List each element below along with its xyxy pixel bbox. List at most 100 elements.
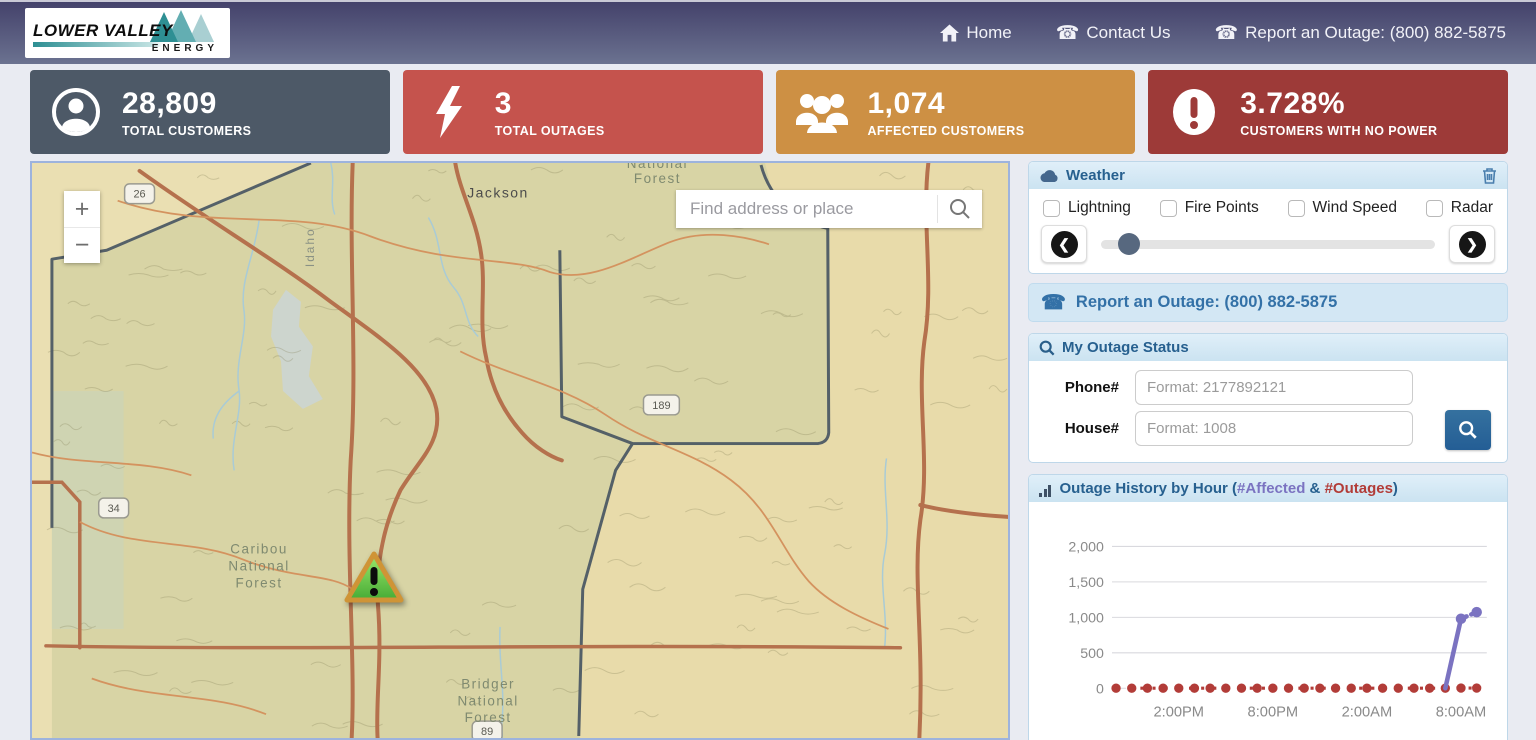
search-icon <box>1458 420 1478 440</box>
svg-text:500: 500 <box>1080 646 1104 662</box>
svg-text:Bridger: Bridger <box>461 676 515 691</box>
sidebar: Weather Lightning Fire Points <box>1028 161 1508 740</box>
checkbox-fire-points[interactable]: Fire Points <box>1160 199 1259 217</box>
svg-text:8:00PM: 8:00PM <box>1248 705 1299 721</box>
lightning-icon <box>403 86 495 138</box>
route-shield-26: 26 <box>133 189 145 201</box>
phone-label: Phone# <box>1043 379 1135 396</box>
checkbox-lightning[interactable]: Lightning <box>1043 199 1131 217</box>
map-search <box>676 190 982 228</box>
chart-title: Outage History by Hour (#Affected & #Out… <box>1060 480 1398 497</box>
bar-chart-icon <box>1039 480 1053 497</box>
stat-label: TOTAL OUTAGES <box>495 124 605 138</box>
nav-home[interactable]: Home <box>940 23 1011 43</box>
phone-icon: ☎ <box>1214 24 1238 43</box>
svg-text:0: 0 <box>1096 681 1104 697</box>
outage-status-header: My Outage Status <box>1029 334 1507 361</box>
map-search-button[interactable] <box>938 190 982 228</box>
chevron-left-icon: ❮ <box>1051 231 1078 258</box>
nav-report-outage[interactable]: ☎ Report an Outage: (800) 882-5875 <box>1214 23 1506 43</box>
stat-card-total-outages: 3 TOTAL OUTAGES <box>403 70 763 154</box>
outage-status-form: Phone# House# <box>1029 361 1507 462</box>
home-icon <box>940 24 959 42</box>
stat-card-affected-customers: 1,074 AFFECTED CUSTOMERS <box>776 70 1136 154</box>
chevron-right-icon: ❯ <box>1459 231 1486 258</box>
checkbox[interactable] <box>1426 200 1443 217</box>
stat-label: TOTAL CUSTOMERS <box>122 124 251 138</box>
zoom-in-button[interactable]: + <box>64 191 100 227</box>
svg-text:National: National <box>457 693 518 708</box>
map-canvas: 26 34 189 89 Jackson Idaho Caribou Natio… <box>32 163 1008 738</box>
logo-energy: ENERGY <box>152 43 218 54</box>
svg-text:1,500: 1,500 <box>1068 575 1104 591</box>
svg-text:2:00PM: 2:00PM <box>1153 705 1204 721</box>
checkbox[interactable] <box>1288 200 1305 217</box>
outage-history-panel: Outage History by Hour (#Affected & #Out… <box>1028 474 1508 740</box>
report-outage-banner[interactable]: ☎ Report an Outage: (800) 882-5875 <box>1028 283 1508 322</box>
stat-value: 3.728% <box>1240 87 1437 121</box>
phone-input[interactable] <box>1135 370 1413 405</box>
phone-icon: ☎ <box>1056 24 1080 43</box>
main-nav: Home ☎ Contact Us ☎ Report an Outage: (8… <box>940 23 1506 43</box>
weather-panel: Weather Lightning Fire Points <box>1028 161 1508 274</box>
house-input[interactable] <box>1135 411 1413 446</box>
zoom-out-button[interactable]: − <box>64 227 100 263</box>
alert-icon <box>1148 87 1240 137</box>
checkbox[interactable] <box>1160 200 1177 217</box>
weather-title: Weather <box>1066 167 1125 184</box>
svg-text:2:00AM: 2:00AM <box>1342 705 1393 721</box>
logo-name: LOWER VALLEY <box>33 21 173 41</box>
affected-group-icon <box>776 89 868 135</box>
svg-text:8:00AM: 8:00AM <box>1436 705 1487 721</box>
route-shield-89: 89 <box>481 726 493 738</box>
search-icon <box>949 198 971 220</box>
map-label-bridger-forest: Bridger National Forest <box>457 676 518 725</box>
my-outage-status-panel: My Outage Status Phone# House# <box>1028 333 1508 463</box>
svg-text:Forest: Forest <box>465 710 512 725</box>
outage-status-title: My Outage Status <box>1062 339 1189 356</box>
svg-text:1,000: 1,000 <box>1068 610 1104 626</box>
house-label: House# <box>1043 420 1135 437</box>
outage-warning-marker[interactable] <box>342 549 406 607</box>
svg-text:Caribou: Caribou <box>230 542 288 557</box>
svg-text:National: National <box>627 163 688 171</box>
weather-body: Lightning Fire Points Wind Speed Radar <box>1029 189 1507 273</box>
outage-map[interactable]: 26 34 189 89 Jackson Idaho Caribou Natio… <box>30 161 1010 740</box>
customers-icon <box>30 87 122 137</box>
route-shield-34: 34 <box>108 503 120 515</box>
outage-history-chart: 05001,0001,5002,0002:00PM8:00PM2:00AM8:0… <box>1035 512 1501 740</box>
svg-text:Forest: Forest <box>236 575 283 590</box>
stat-card-no-power: 3.728% CUSTOMERS WITH NO POWER <box>1148 70 1508 154</box>
nav-contact[interactable]: ☎ Contact Us <box>1056 23 1171 43</box>
nav-contact-label: Contact Us <box>1086 23 1170 43</box>
checkbox[interactable] <box>1043 200 1060 217</box>
chart-body: 05001,0001,5002,0002:00PM8:00PM2:00AM8:0… <box>1029 502 1507 740</box>
route-shield-189: 189 <box>652 400 670 412</box>
stat-value: 1,074 <box>868 87 1025 121</box>
nav-report-label: Report an Outage: (800) 882-5875 <box>1245 23 1506 43</box>
checkbox-wind-speed[interactable]: Wind Speed <box>1288 199 1397 217</box>
trash-icon[interactable] <box>1482 167 1497 184</box>
company-logo[interactable]: LOWER VALLEY ENERGY <box>25 8 230 58</box>
stat-value: 3 <box>495 87 605 121</box>
slider-prev-button[interactable]: ❮ <box>1041 225 1087 263</box>
map-label-idaho: Idaho <box>303 227 317 267</box>
chart-header: Outage History by Hour (#Affected & #Out… <box>1029 475 1507 502</box>
map-label-jackson: Jackson <box>467 185 529 201</box>
slider-next-button[interactable]: ❯ <box>1449 225 1495 263</box>
status-search-button[interactable] <box>1445 410 1491 450</box>
checkbox-radar[interactable]: Radar <box>1426 199 1493 217</box>
top-navbar: LOWER VALLEY ENERGY Home ☎ Contact Us ☎ … <box>0 0 1536 64</box>
map-label-top-forest: National Forest <box>627 163 688 186</box>
weather-time-slider: ❮ ❯ <box>1041 225 1495 263</box>
svg-text:National: National <box>228 558 289 573</box>
slider-track[interactable] <box>1101 240 1435 249</box>
slider-thumb[interactable] <box>1118 233 1140 255</box>
search-icon <box>1039 340 1055 356</box>
map-search-input[interactable] <box>676 190 937 228</box>
weather-header: Weather <box>1029 162 1507 189</box>
weather-layer-options: Lightning Fire Points Wind Speed Radar <box>1041 197 1495 225</box>
stats-row: 28,809 TOTAL CUSTOMERS 3 TOTAL OUTAGES 1… <box>30 70 1508 154</box>
nav-home-label: Home <box>966 23 1011 43</box>
cloud-icon <box>1039 169 1059 183</box>
